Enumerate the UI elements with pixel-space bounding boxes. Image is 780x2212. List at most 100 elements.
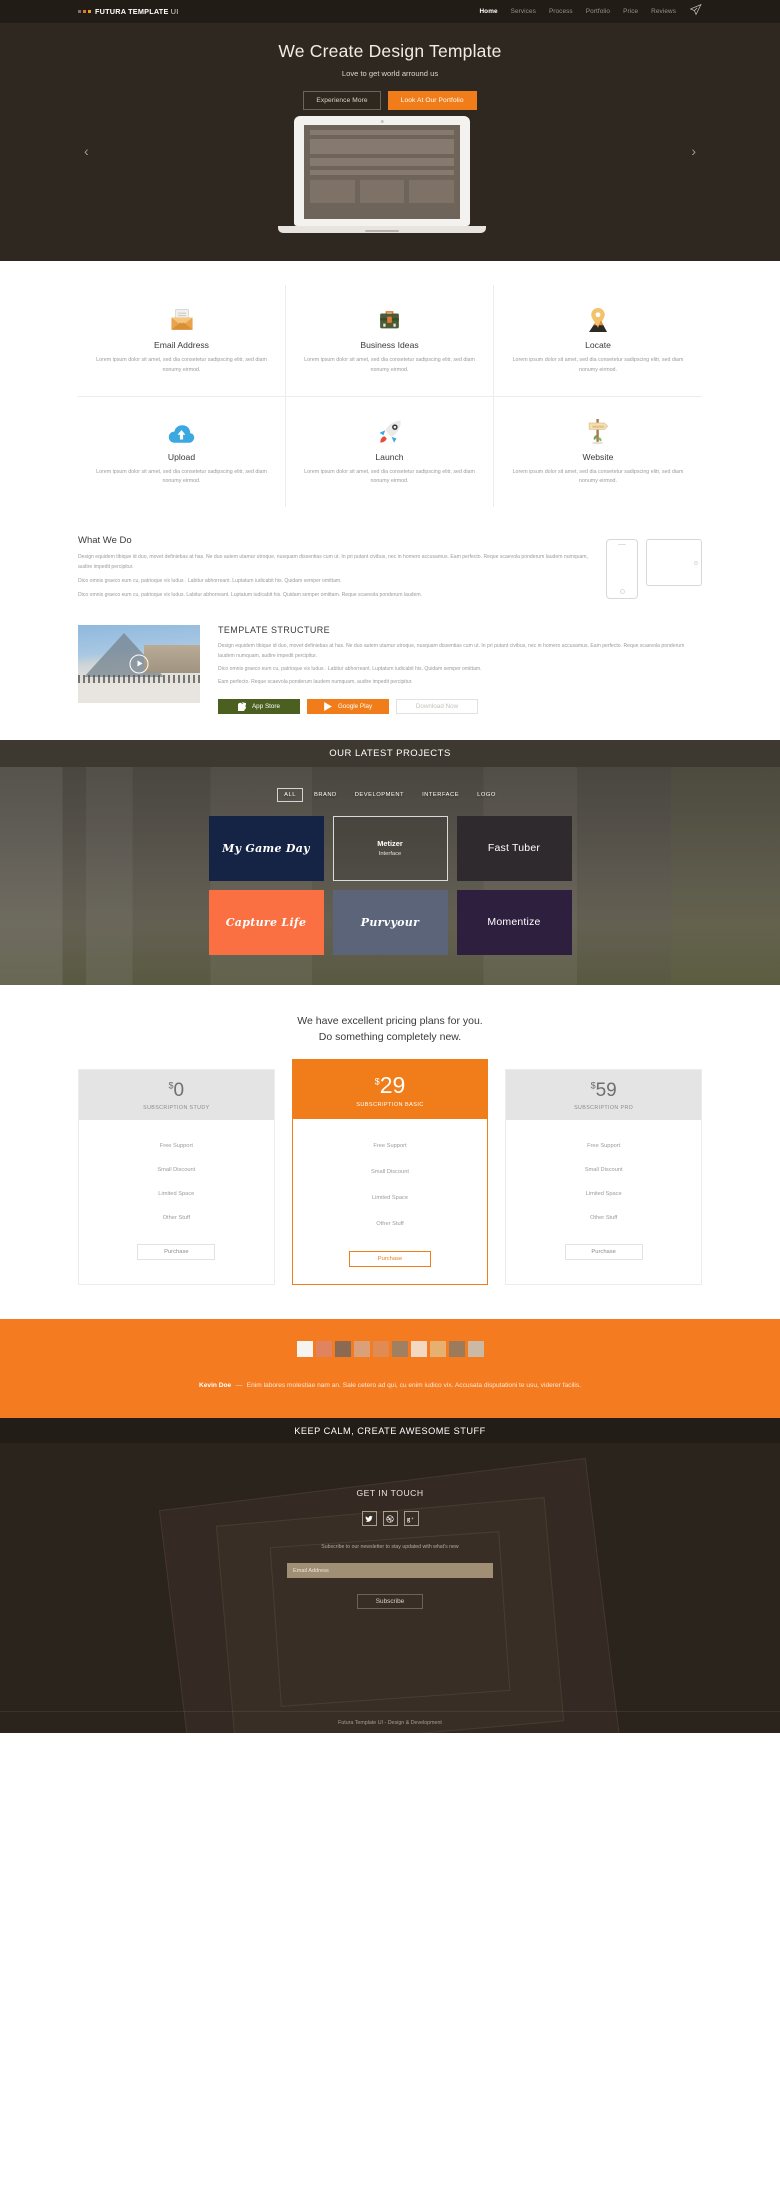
services-section: Email Address Lorem ipsum dolor sit amet…: [0, 261, 780, 523]
avatar[interactable]: [372, 1341, 389, 1358]
service-card-website[interactable]: WWW Website Lorem ipsum dolor sit amet, …: [494, 397, 702, 508]
avatar[interactable]: [334, 1341, 351, 1358]
apple-icon: [237, 701, 246, 711]
ground-shape: [78, 682, 200, 703]
filter-development[interactable]: DEVELOPMENT: [348, 788, 411, 802]
download-now-button[interactable]: Download Now: [396, 698, 478, 714]
envelope-letter-icon: [92, 303, 271, 333]
portfolio-tile-metizer[interactable]: Metizer Interface: [332, 815, 448, 881]
subscribe-button[interactable]: Subscribe: [357, 1594, 423, 1610]
nav-item-price[interactable]: Price: [623, 8, 638, 15]
service-description: Lorem ipsum dolor sit amet, sed dia cons…: [512, 468, 684, 485]
purchase-button-pro[interactable]: Purchase: [564, 1244, 643, 1261]
cloud-upload-icon: [92, 415, 271, 445]
pricing-plan-basic: $29 SUBSCRIPTION BASIC Free Support Smal…: [291, 1059, 489, 1286]
laptop-mockup: [278, 116, 486, 233]
plan-feature: Small Discount: [371, 1169, 409, 1176]
filter-all[interactable]: ALL: [277, 787, 303, 802]
template-structure-paragraph-3: Eam perfecto. Reque scaevola ponderum la…: [218, 678, 413, 685]
plan-price: $0: [79, 1081, 274, 1100]
video-thumbnail[interactable]: [78, 624, 200, 703]
portfolio-tile-title: Momentize: [487, 916, 541, 929]
footer-content: GET IN TOUCH g + Subscribe to our newslet…: [0, 1443, 780, 1610]
get-in-touch-title: GET IN TOUCH: [356, 1488, 424, 1499]
building-shape: [144, 644, 200, 673]
portfolio-tile-title: Capture Life: [225, 915, 307, 929]
portfolio-tile-my-game-day[interactable]: My Game Day: [208, 815, 324, 881]
app-store-button[interactable]: App Store: [218, 698, 300, 714]
avatar[interactable]: [467, 1341, 484, 1358]
phone-mockup: [606, 539, 638, 600]
filter-interface[interactable]: INTERFACE: [415, 788, 466, 802]
portfolio-tile-capture-life[interactable]: Capture Life: [208, 889, 324, 955]
map-pin-icon: [508, 303, 688, 333]
testimonial-dash: —: [235, 1382, 243, 1390]
email-input[interactable]: [287, 1563, 493, 1579]
service-card-business-ideas[interactable]: Business Ideas Lorem ipsum dolor sit ame…: [286, 285, 494, 397]
service-description: Lorem ipsum dolor sit amet, sed dia cons…: [96, 357, 267, 373]
avatar[interactable]: [315, 1341, 332, 1358]
plan-feature: Other Stuff: [376, 1221, 404, 1228]
copyright-text: Futura Template UI - Design & Developmen…: [338, 1720, 442, 1727]
portfolio-tile-purvyour[interactable]: Purvyour: [332, 889, 448, 955]
plan-price: $29: [293, 1074, 488, 1097]
testimonial-quote: Enim labores molestiae nam an. Sale cete…: [246, 1382, 581, 1390]
what-we-do-paragraph-1: Design equidem tibique id duo, movet def…: [78, 554, 588, 571]
plan-amount: 0: [173, 1080, 185, 1102]
avatar[interactable]: [353, 1341, 370, 1358]
dribbble-icon[interactable]: [382, 1511, 398, 1527]
pricing-heading: We have excellent pricing plans for you.…: [78, 1013, 702, 1046]
nav-item-services[interactable]: Services: [511, 8, 536, 15]
service-card-upload[interactable]: Upload Lorem ipsum dolor sit amet, sed d…: [78, 396, 286, 508]
site-logo[interactable]: FUTURA TEMPLATE UI: [78, 7, 178, 16]
plan-feature: Other Stuff: [162, 1215, 191, 1222]
avatar[interactable]: [448, 1341, 465, 1358]
service-card-locate[interactable]: Locate Lorem ipsum dolor sit amet, sed d…: [494, 285, 702, 397]
phone-home-button-icon: [619, 589, 625, 595]
svg-text:g: g: [407, 1516, 411, 1523]
avatar[interactable]: [296, 1341, 313, 1358]
service-card-email-address[interactable]: Email Address Lorem ipsum dolor sit amet…: [78, 285, 286, 397]
plan-feature: Free Support: [587, 1143, 621, 1150]
what-we-do-paragraph-2: Dico omnis graeco eum cu, patrioque vix …: [78, 578, 342, 585]
pricing-plan-study: $0 SUBSCRIPTION STUDY Free Support Small…: [78, 1069, 275, 1286]
portfolio-tile-fast-tuber[interactable]: Fast Tuber: [456, 815, 572, 881]
filter-logo[interactable]: LOGO: [470, 788, 503, 802]
play-icon[interactable]: [129, 654, 149, 674]
experience-more-button[interactable]: Experience More: [303, 91, 381, 110]
paper-plane-icon[interactable]: [689, 3, 702, 21]
portfolio-tile-title: My Game Day: [222, 841, 310, 855]
portfolio-tile-category: Interface: [378, 851, 402, 858]
service-title: Business Ideas: [360, 340, 419, 350]
look-at-portfolio-button[interactable]: Look At Our Portfolio: [387, 91, 477, 110]
keep-calm-text: KEEP CALM, CREATE AWESOME STUFF: [294, 1425, 486, 1436]
social-links: g +: [0, 1511, 780, 1527]
twitter-icon[interactable]: [361, 1511, 377, 1527]
plan-features: Free Support Small Discount Limited Spac…: [506, 1120, 701, 1240]
plan-header: $59 SUBSCRIPTION PRO: [506, 1070, 701, 1121]
avatar[interactable]: [391, 1341, 408, 1358]
service-card-launch[interactable]: Launch Lorem ipsum dolor sit amet, sed d…: [286, 396, 494, 508]
nav-item-reviews[interactable]: Reviews: [651, 8, 676, 15]
nav-item-portfolio[interactable]: Portfolio: [586, 8, 610, 15]
rocket-icon: [300, 415, 479, 445]
nav-item-home[interactable]: Home: [479, 8, 497, 15]
purchase-button-basic[interactable]: Purchase: [348, 1251, 431, 1268]
logo-text: FUTURA TEMPLATE UI: [95, 7, 179, 16]
google-play-button[interactable]: Google Play: [307, 698, 389, 714]
portfolio-tile-momentize[interactable]: Momentize: [456, 889, 572, 955]
carousel-prev-icon[interactable]: ‹: [84, 143, 89, 159]
purchase-button-study[interactable]: Purchase: [137, 1244, 216, 1261]
avatar[interactable]: [410, 1341, 427, 1358]
footer-divider: [0, 1711, 780, 1713]
google-plus-icon[interactable]: g +: [403, 1511, 419, 1527]
carousel-next-icon[interactable]: ›: [691, 143, 696, 159]
service-description: Lorem ipsum dolor sit amet, sed dia cons…: [512, 357, 684, 373]
filter-brand[interactable]: BRAND: [307, 788, 344, 802]
crowd-shape: [78, 674, 200, 683]
portfolio-tile-title: Fast Tuber: [487, 842, 541, 855]
laptop-camera-icon: [380, 120, 384, 123]
store-buttons: App Store Google Play Download Now: [218, 698, 702, 714]
avatar[interactable]: [429, 1341, 446, 1358]
nav-item-process[interactable]: Process: [549, 8, 573, 15]
